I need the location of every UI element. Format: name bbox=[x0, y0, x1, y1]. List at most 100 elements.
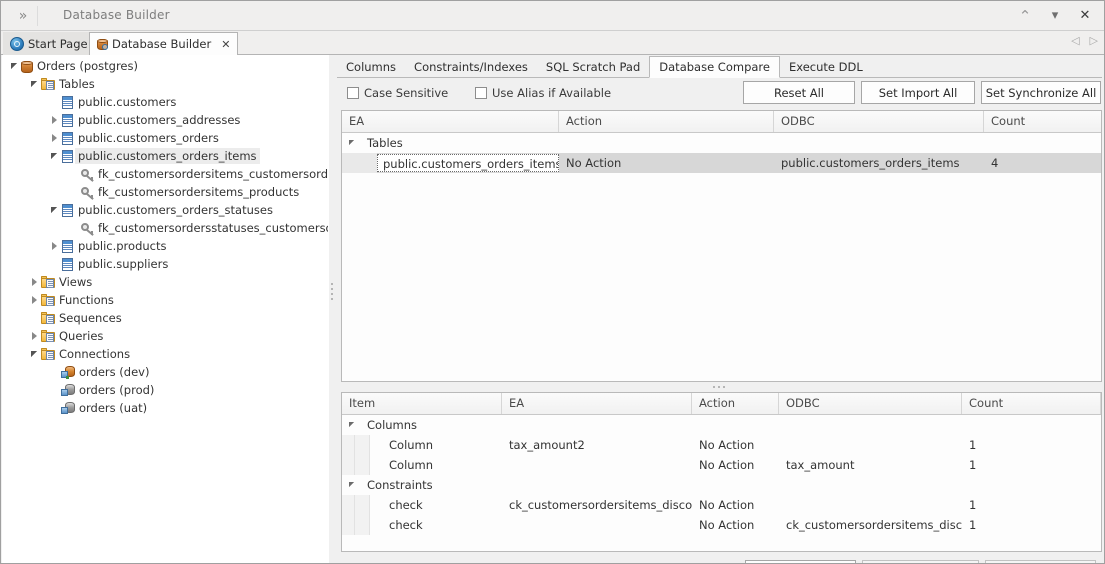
tree-expander-closed-icon[interactable] bbox=[28, 276, 41, 289]
tree-item[interactable]: public.customers_orders_statuses bbox=[2, 201, 328, 219]
group-expander-icon[interactable] bbox=[348, 415, 358, 435]
chevron-down-icon[interactable]: ▾ bbox=[1040, 3, 1070, 29]
tree-item[interactable]: Tables bbox=[2, 75, 328, 93]
cell-count: 1 bbox=[962, 435, 1101, 455]
grid-group-row[interactable]: Columns bbox=[342, 415, 1101, 435]
compare-detail-grid[interactable]: ItemEAActionODBCCount ColumnsColumntax_a… bbox=[341, 392, 1102, 552]
tab-scroll-right-icon[interactable]: ▷ bbox=[1090, 34, 1098, 47]
tree-expander-closed-icon[interactable] bbox=[48, 114, 61, 127]
cell-action[interactable]: No Action bbox=[692, 435, 779, 455]
tree-item[interactable]: Connections bbox=[2, 345, 328, 363]
column-header[interactable]: Action bbox=[559, 111, 774, 132]
tree-item[interactable]: orders (dev) bbox=[2, 363, 328, 381]
reset-button[interactable]: Reset bbox=[745, 560, 856, 564]
tree-item[interactable]: Sequences bbox=[2, 309, 328, 327]
tree-item[interactable]: Views bbox=[2, 273, 328, 291]
grid-group-label: Constraints bbox=[360, 475, 560, 495]
tree-expander-open-icon[interactable] bbox=[28, 348, 41, 361]
column-header[interactable]: EA bbox=[342, 111, 559, 132]
tree-item[interactable]: public.suppliers bbox=[2, 255, 328, 273]
cell-action[interactable]: No Action bbox=[692, 495, 779, 515]
cell-count: 1 bbox=[962, 515, 1101, 535]
compare-summary-grid-header: EAActionODBCCount bbox=[342, 111, 1101, 133]
tree-item-label: Tables bbox=[59, 77, 95, 91]
cell-ea[interactable]: ck_customersordersitems_discount1 bbox=[502, 495, 692, 515]
tree-item[interactable]: public.products bbox=[2, 237, 328, 255]
column-header[interactable]: ODBC bbox=[774, 111, 984, 132]
tree-expander-closed-icon[interactable] bbox=[48, 132, 61, 145]
tab-database-builder[interactable]: Database Builder ✕ bbox=[89, 32, 238, 56]
tree-expander-open-icon[interactable] bbox=[8, 60, 21, 73]
table-icon bbox=[61, 96, 74, 109]
group-expander-icon[interactable] bbox=[348, 475, 358, 495]
tab-scroll-left-icon[interactable]: ◁ bbox=[1071, 34, 1079, 47]
table-row[interactable]: public.customers_orders_itemsNo Actionpu… bbox=[342, 153, 1101, 173]
tree-item[interactable]: Queries bbox=[2, 327, 328, 345]
tree-expander-closed-icon[interactable] bbox=[28, 330, 41, 343]
tree-item[interactable]: public.customers_orders_items bbox=[2, 147, 328, 165]
tree-item[interactable]: Functions bbox=[2, 291, 328, 309]
tree-item[interactable]: fk_customersordersitems_customersorders bbox=[2, 165, 328, 183]
tab-close-icon[interactable]: ✕ bbox=[221, 38, 230, 51]
tree-item[interactable]: Orders (postgres) bbox=[2, 57, 328, 75]
cell-action[interactable]: No Action bbox=[559, 153, 774, 173]
generate-ddl-button[interactable]: Generate DDL bbox=[985, 560, 1096, 564]
collapse-icon[interactable]: ⌃ bbox=[1010, 3, 1040, 29]
cell-item: check bbox=[382, 515, 502, 535]
grid-group-row[interactable]: Tables bbox=[342, 133, 1101, 153]
case-sensitive-checkbox[interactable]: Case Sensitive bbox=[347, 86, 448, 100]
tree-item[interactable]: fk_customersordersitems_products bbox=[2, 183, 328, 201]
use-alias-checkbox[interactable]: Use Alias if Available bbox=[475, 86, 611, 100]
tree-expander-open-icon[interactable] bbox=[28, 78, 41, 91]
import-from-odbc-button[interactable]: Import from ODBC bbox=[862, 560, 979, 564]
tree-expander-open-icon[interactable] bbox=[48, 204, 61, 217]
tree-item[interactable]: fk_customersordersstatuses_customersorde… bbox=[2, 219, 328, 237]
column-header[interactable]: Count bbox=[984, 111, 1102, 132]
table-row[interactable]: checkNo Actionck_customersordersitems_di… bbox=[342, 515, 1101, 535]
cell-ea[interactable]: tax_amount2 bbox=[502, 435, 692, 455]
tree-item[interactable]: public.customers_addresses bbox=[2, 111, 328, 129]
close-icon[interactable]: ✕ bbox=[1070, 3, 1100, 29]
set-import-all-button[interactable]: Set Import All bbox=[861, 81, 975, 104]
set-synchronize-all-button[interactable]: Set Synchronize All bbox=[981, 81, 1101, 104]
cell-ea[interactable] bbox=[502, 455, 692, 475]
table-row[interactable]: Columntax_amount2No Action1 bbox=[342, 435, 1101, 455]
table-row[interactable]: checkck_customersordersitems_discount1No… bbox=[342, 495, 1101, 515]
tree-expander-closed-icon[interactable] bbox=[48, 240, 61, 253]
table-row[interactable]: ColumnNo Actiontax_amount1 bbox=[342, 455, 1101, 475]
grid-group-row[interactable]: Constraints bbox=[342, 475, 1101, 495]
group-expander-icon[interactable] bbox=[348, 133, 358, 153]
compare-summary-grid[interactable]: EAActionODBCCount Tablespublic.customers… bbox=[341, 110, 1102, 382]
tree-expander-spacer bbox=[48, 402, 61, 415]
editor-tab-database-compare[interactable]: Database Compare bbox=[649, 56, 780, 78]
column-header[interactable]: Count bbox=[962, 393, 1101, 414]
chevrons-right-icon[interactable]: » bbox=[9, 6, 38, 26]
tree-item[interactable]: public.customers_orders bbox=[2, 129, 328, 147]
horizontal-splitter[interactable] bbox=[341, 383, 1102, 391]
tree-expander-open-icon[interactable] bbox=[48, 150, 61, 163]
database-builder-icon bbox=[97, 38, 109, 51]
editor-tab-constraints-indexes[interactable]: Constraints/Indexes bbox=[405, 56, 537, 77]
tab-start-page[interactable]: Start Page bbox=[3, 32, 96, 55]
tree-item[interactable]: public.customers bbox=[2, 93, 328, 111]
editor-tab-columns[interactable]: Columns bbox=[337, 56, 405, 77]
cell-ea[interactable] bbox=[502, 515, 692, 535]
column-header[interactable]: Item bbox=[342, 393, 502, 414]
tree-item[interactable]: orders (prod) bbox=[2, 381, 328, 399]
tree-expander-spacer bbox=[68, 186, 81, 199]
reset-all-button[interactable]: Reset All bbox=[743, 81, 855, 104]
model-tree-panel[interactable]: Orders (postgres)Tablespublic.customersp… bbox=[2, 55, 329, 563]
column-header[interactable]: EA bbox=[502, 393, 692, 414]
column-header[interactable]: ODBC bbox=[779, 393, 962, 414]
cell-action[interactable]: No Action bbox=[692, 515, 779, 535]
cell-action[interactable]: No Action bbox=[692, 455, 779, 475]
tree-item[interactable]: orders (uat) bbox=[2, 399, 328, 417]
folder-connections-icon bbox=[41, 348, 56, 361]
editor-tab-sql-scratch-pad[interactable]: SQL Scratch Pad bbox=[537, 56, 649, 77]
table-icon bbox=[61, 258, 74, 271]
tree-expander-closed-icon[interactable] bbox=[28, 294, 41, 307]
editor-tab-execute-ddl[interactable]: Execute DDL bbox=[780, 56, 872, 77]
cell-ea[interactable]: public.customers_orders_items bbox=[377, 154, 559, 172]
column-header[interactable]: Action bbox=[692, 393, 779, 414]
splitter-grip-icon bbox=[331, 283, 333, 303]
